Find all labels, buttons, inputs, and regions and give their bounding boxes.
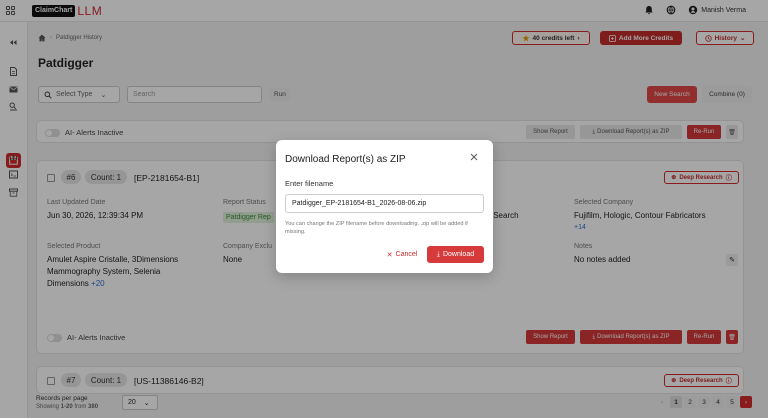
download-icon: ⤓	[436, 250, 440, 258]
download-zip-modal: Download Report(s) as ZIP Enter filename…	[276, 140, 493, 273]
cancel-button[interactable]: ✕ Cancel	[383, 246, 421, 263]
filename-help-text: You can change the ZIP filename before d…	[285, 221, 468, 235]
filename-label: Enter filename	[285, 179, 334, 188]
close-icon[interactable]	[469, 152, 479, 162]
download-button[interactable]: ⤓ Download	[427, 246, 484, 263]
close-icon: ✕	[386, 251, 393, 259]
filename-input[interactable]: Patdigger_EP-2181654-B1_2026-08-06.zip	[285, 194, 484, 213]
modal-title: Download Report(s) as ZIP	[285, 154, 406, 165]
